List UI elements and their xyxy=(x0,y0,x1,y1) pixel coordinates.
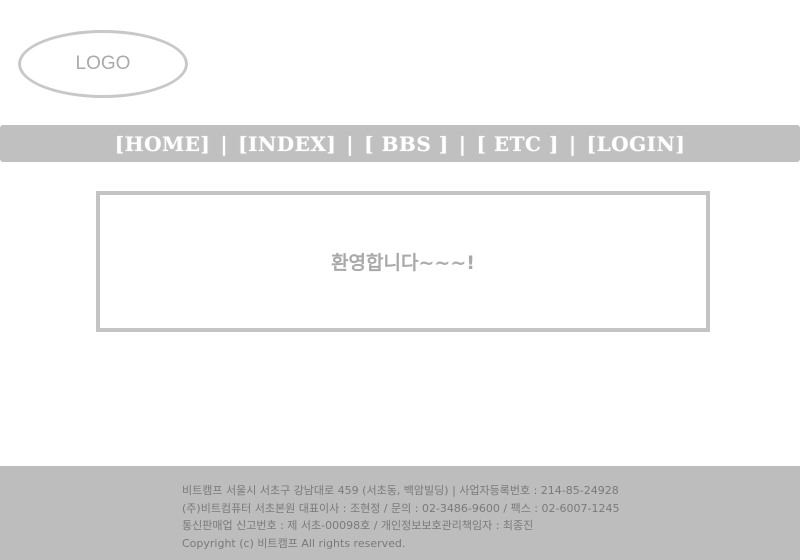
logo-text: LOGO xyxy=(75,53,131,74)
footer-address-line: 비트캠프 서울시 서초구 강남대로 459 (서초동, 백암빌딩) | 사업자등… xyxy=(182,484,619,497)
nav-separator: | xyxy=(568,131,577,156)
main-nav: [HOME] | [INDEX] | [ BBS ] | [ ETC ] | [… xyxy=(0,125,800,162)
nav-bbs-link[interactable]: [ BBS ] xyxy=(364,132,449,156)
welcome-message: 환영합니다~~~! xyxy=(331,252,475,274)
footer-info: 비트캠프 서울시 서초구 강남대로 459 (서초동, 백암빌딩) | 사업자등… xyxy=(182,482,619,552)
nav-separator: | xyxy=(220,131,229,156)
nav-separator: | xyxy=(458,131,467,156)
footer: 비트캠프 서울시 서초구 강남대로 459 (서초동, 백암빌딩) | 사업자등… xyxy=(0,466,800,560)
nav-etc-link[interactable]: [ ETC ] xyxy=(476,132,558,156)
welcome-box: 환영합니다~~~! xyxy=(96,191,710,332)
footer-company-line: (주)비트컴퓨터 서초본원 대표이사 : 조현정 / 문의 : 02-3486-… xyxy=(182,501,620,515)
nav-home-link[interactable]: [HOME] xyxy=(115,132,211,156)
nav-index-link[interactable]: [INDEX] xyxy=(238,132,336,156)
footer-copyright: Copyright (c) 비트캠프 All rights reserved. xyxy=(182,536,406,550)
nav-separator: | xyxy=(346,131,355,156)
nav-login-link[interactable]: [LOGIN] xyxy=(587,132,686,156)
footer-registration-line: 통신판매업 신고번호 : 제 서초-00098호 / 개인정보보호관리책임자 :… xyxy=(182,519,534,532)
logo[interactable]: LOGO xyxy=(18,30,188,98)
